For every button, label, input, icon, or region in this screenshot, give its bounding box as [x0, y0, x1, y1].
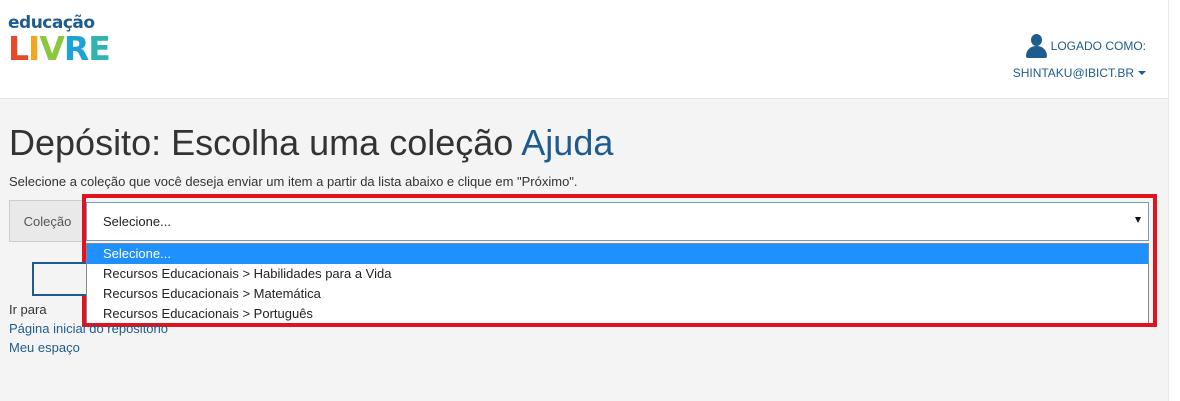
vertical-scrollbar[interactable]: [1168, 0, 1180, 401]
goto-label: Ir para: [9, 302, 47, 317]
instruction-text: Selecione a coleção que você deseja envi…: [9, 174, 578, 189]
my-space-link[interactable]: Meu espaço: [9, 338, 168, 357]
page-title: Depósito: Escolha uma coleção Ajuda: [9, 122, 613, 164]
page-header: educação LIVRE LOGADO COMO: SHINTAKU@IBI…: [0, 0, 1168, 99]
educacao-livre-logo[interactable]: educação LIVRE: [8, 13, 116, 69]
dropdown-option[interactable]: Recursos Educacionais > Matemática: [87, 284, 1148, 304]
collection-dropdown-list[interactable]: Selecione... Recursos Educacionais > Hab…: [86, 243, 1149, 325]
collection-select[interactable]: Selecione...: [86, 202, 1149, 241]
page-title-text: Depósito: Escolha uma coleção: [9, 122, 514, 163]
user-email[interactable]: SHINTAKU@IBICT.BR: [1013, 66, 1134, 80]
dropdown-option[interactable]: Selecione...: [87, 244, 1148, 264]
logged-as-label: LOGADO COMO:: [1050, 39, 1146, 53]
dropdown-arrow-icon[interactable]: [1135, 217, 1141, 223]
collection-label: Coleção: [9, 200, 85, 242]
next-button[interactable]: [32, 262, 86, 296]
help-link[interactable]: Ajuda: [521, 122, 613, 163]
repository-home-link[interactable]: Página inicial do repositório: [9, 319, 168, 338]
dropdown-option[interactable]: Recursos Educacionais > Português: [87, 304, 1148, 324]
chevron-down-icon[interactable]: [1138, 71, 1146, 75]
collection-select-value: Selecione...: [103, 214, 171, 229]
goto-section: Ir para Página inicial do repositório Me…: [9, 300, 168, 357]
dropdown-option[interactable]: Recursos Educacionais > Habilidades para…: [87, 264, 1148, 284]
logo-bottom-text: LIVRE: [8, 29, 111, 68]
user-icon: [1025, 34, 1047, 58]
